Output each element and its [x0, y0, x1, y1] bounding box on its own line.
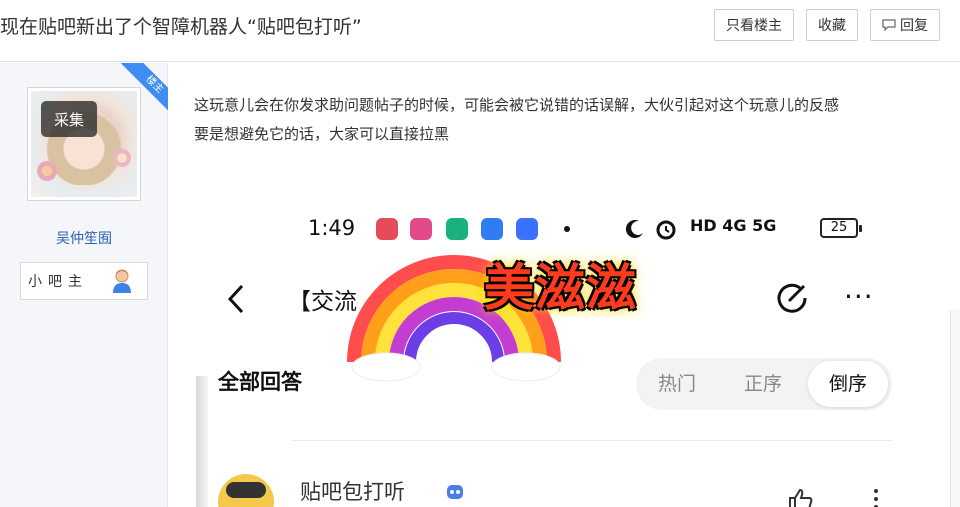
- op-ribbon-label: 楼主: [120, 63, 168, 111]
- post-image[interactable]: 1:49 HD 4G 5G 25 【交流 ··· 美滋滋 全部回答 热门 正序 …: [196, 198, 930, 507]
- collect-badge[interactable]: 采集: [41, 101, 97, 137]
- author-sidebar: 采集 楼主 吴仲笙囿 小吧主: [0, 63, 168, 507]
- post-paragraph: 要是想避免它的话，大家可以直接拉黑: [194, 125, 450, 143]
- share-edit-icon[interactable]: [774, 280, 810, 316]
- sort-tab-descending[interactable]: 倒序: [808, 361, 888, 407]
- app-icon: [446, 218, 468, 240]
- post-body: 这玩意儿会在你发求助问题帖子的时候，可能会被它说错的话误解，大伙引起对这个玩意儿…: [194, 91, 934, 149]
- role-badge: 小吧主: [20, 262, 148, 300]
- phone-status-bar: 1:49 HD 4G 5G 25: [196, 198, 930, 260]
- moon-icon: [625, 220, 643, 239]
- sort-toggle: 热门 正序 倒序: [636, 358, 892, 410]
- network-indicators: HD 4G 5G: [690, 216, 777, 235]
- sort-tab-ascending[interactable]: 正序: [744, 358, 782, 410]
- status-time: 1:49: [308, 216, 356, 240]
- robot-badge-icon: [447, 485, 463, 499]
- comment-icon: [882, 19, 896, 31]
- app-icon: [376, 218, 398, 240]
- thumbs-up-icon[interactable]: [788, 488, 814, 507]
- op-ribbon: 楼主: [120, 63, 168, 111]
- app-icon: [481, 218, 503, 240]
- post-paragraph: 这玩意儿会在你发求助问题帖子的时候，可能会被它说错的话误解，大伙引起对这个玩意儿…: [194, 96, 840, 114]
- reply-avatar[interactable]: [218, 474, 274, 507]
- alarm-icon: [656, 220, 676, 240]
- battery-indicator: 25: [820, 218, 862, 238]
- sort-tab-hot[interactable]: 热门: [658, 358, 696, 410]
- app-icon: [410, 218, 432, 240]
- divider: [292, 440, 892, 441]
- thread-actions: 只看楼主 收藏 回复: [714, 9, 940, 41]
- role-label: 小吧主: [28, 274, 88, 290]
- only-op-button[interactable]: 只看楼主: [714, 9, 794, 41]
- chevron-left-icon[interactable]: [224, 282, 248, 316]
- reply-username[interactable]: 贴吧包打听: [300, 476, 405, 506]
- author-name[interactable]: 吴仲笙囿: [0, 228, 168, 248]
- phone-nav-bar: 【交流 ···: [196, 260, 930, 336]
- more-icon[interactable]: ···: [844, 280, 876, 316]
- all-answers-heading: 全部回答: [218, 369, 302, 394]
- reply-button-label: 回复: [900, 17, 928, 33]
- app-icon: [516, 218, 538, 240]
- thread-title: 现在贴吧新出了个智障机器人“贴吧包打听”: [0, 16, 362, 38]
- reply-button[interactable]: 回复: [870, 9, 940, 41]
- thread-header: 现在贴吧新出了个智障机器人“贴吧包打听” 只看楼主 收藏 回复: [0, 0, 960, 62]
- notification-dot: [564, 226, 570, 232]
- favorite-button[interactable]: 收藏: [806, 9, 858, 41]
- thread-bar-title: 【交流: [288, 289, 357, 315]
- page-scrollbar[interactable]: [950, 310, 960, 507]
- user-icon: [113, 269, 131, 293]
- reply-more-icon[interactable]: [872, 488, 880, 507]
